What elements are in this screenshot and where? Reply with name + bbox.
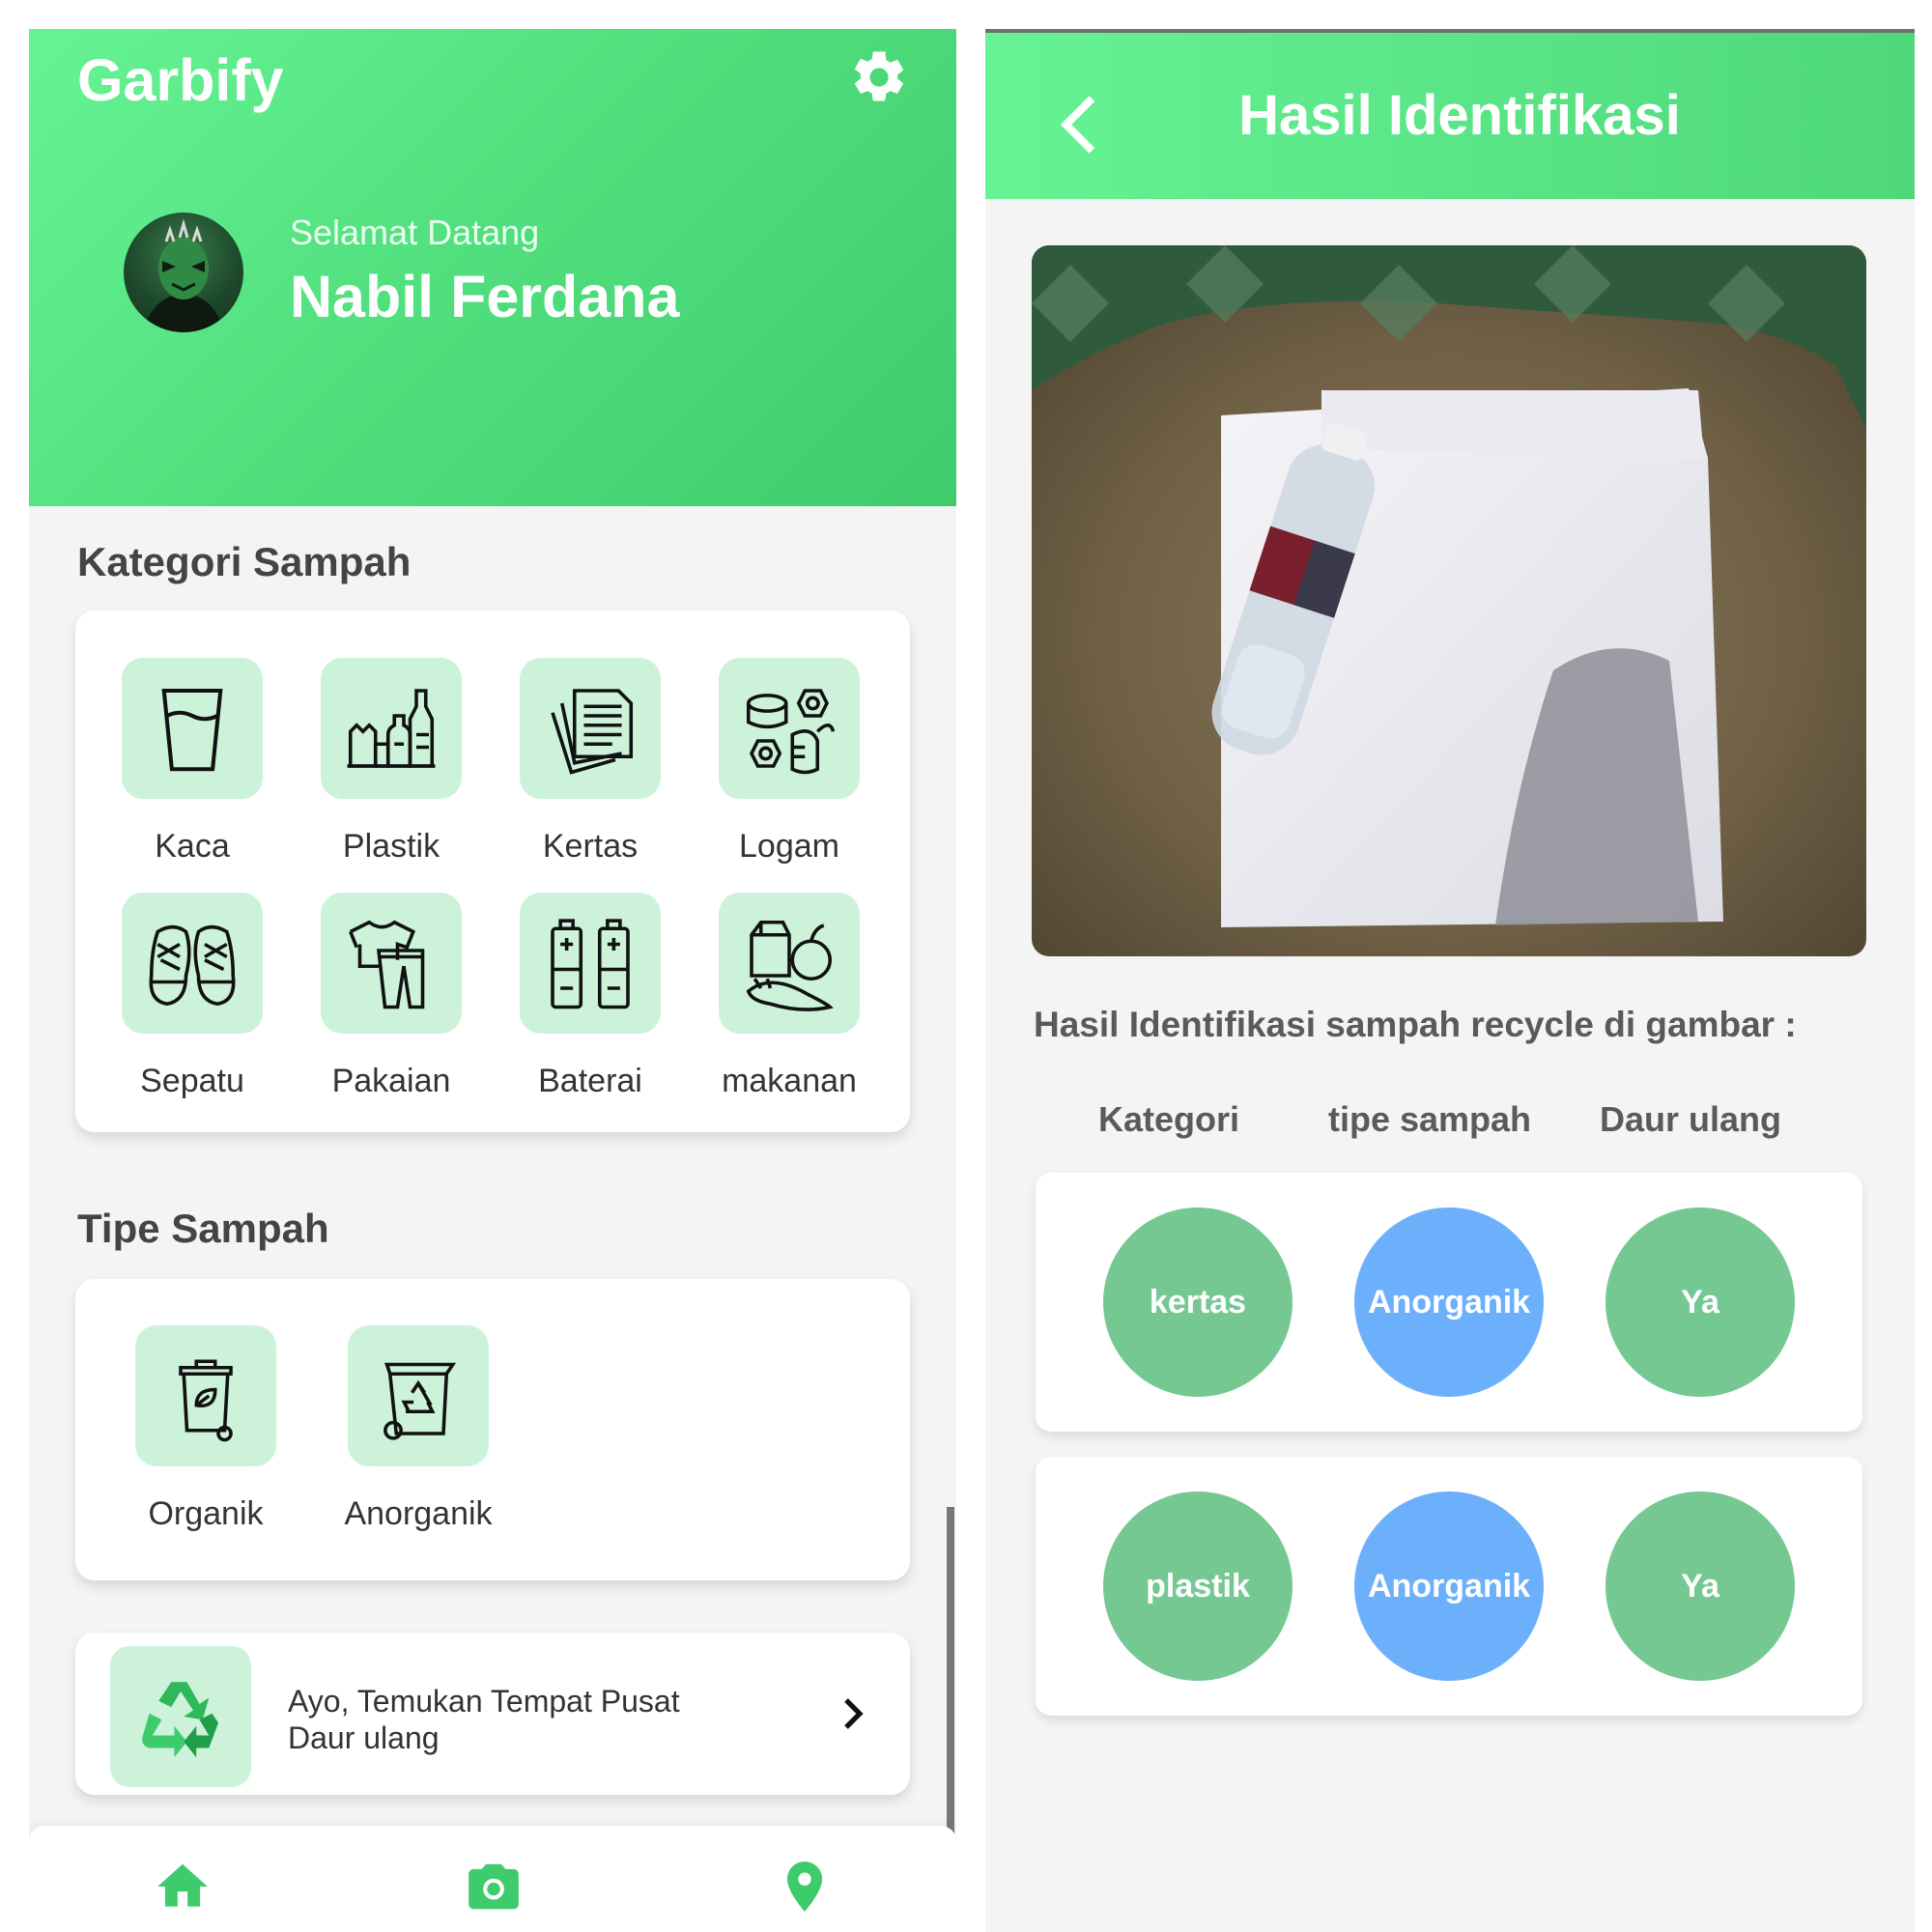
category-sepatu[interactable]: Sepatu (122, 893, 263, 1127)
cta-line2: Daur ulang (288, 1720, 440, 1755)
organic-bin-icon (179, 1359, 233, 1442)
gear-icon[interactable] (848, 46, 910, 108)
home-header: Garbify Selamat Datang Nabil Ferdana (29, 29, 956, 506)
types-title: Tipe Sampah (77, 1206, 329, 1251)
result-appbar: Hasil Identifikasi (985, 33, 1915, 199)
home-screen: Garbify Selamat Datang Nabil Ferdana Kat… (29, 29, 956, 1932)
screenshot-collage: Garbify Selamat Datang Nabil Ferdana Kat… (0, 0, 1932, 1932)
find-recycling-center-card[interactable]: Ayo, Temukan Tempat Pusat Daur ulang (75, 1633, 910, 1795)
category-pakaian[interactable]: Pakaian (321, 893, 462, 1127)
user-name: Nabil Ferdana (290, 264, 680, 329)
result-row: plastik Anorganik Ya (1036, 1457, 1862, 1716)
category-card: Kaca Plastik Kertas Logam Sepatu Pakaian… (75, 611, 910, 1132)
avatar[interactable] (124, 213, 243, 332)
result-title: Hasil Identifikasi (1238, 84, 1681, 147)
home-icon[interactable] (153, 1857, 213, 1917)
food-icon (746, 920, 834, 1011)
location-pin-icon[interactable] (775, 1857, 835, 1917)
category-badge: kertas (1103, 1208, 1293, 1397)
plastic-bottles-icon (347, 689, 436, 768)
category-plastik[interactable]: Plastik (321, 658, 462, 893)
chevron-right-icon (844, 1698, 864, 1729)
category-badge: plastik (1103, 1492, 1293, 1681)
category-baterai[interactable]: Baterai (520, 893, 661, 1127)
category-logam[interactable]: Logam (719, 658, 860, 893)
category-kaca[interactable]: Kaca (122, 658, 263, 893)
header-category: Kategori (1097, 1099, 1240, 1139)
glass-icon (161, 688, 223, 772)
type-badge: Anorganik (1354, 1208, 1544, 1397)
result-screen: Hasil Identifikasi Hasil Identifikasi sa… (985, 29, 1915, 1932)
battery-icon (551, 919, 630, 1009)
welcome-text: Selamat Datang (290, 213, 540, 252)
type-badge: Anorganik (1354, 1492, 1544, 1681)
recycle-badge: Ya (1605, 1208, 1795, 1397)
result-caption: Hasil Identifikasi sampah recycle di gam… (1034, 1005, 1797, 1044)
categories-title: Kategori Sampah (77, 539, 412, 584)
type-anorganik[interactable]: Anorganik (344, 1325, 493, 1560)
recycle-icon (142, 1682, 218, 1758)
metal-cans-icon (746, 689, 836, 775)
identified-photo (1032, 245, 1866, 956)
camera-icon[interactable] (464, 1857, 524, 1917)
recycle-bin-icon (384, 1362, 457, 1440)
header-type: tipe sampah (1327, 1099, 1532, 1139)
category-grid: Kaca Plastik Kertas Logam Sepatu Pakaian… (122, 658, 860, 1127)
shoes-icon (149, 924, 236, 1007)
type-organik[interactable]: Organik (135, 1325, 276, 1560)
scrollbar[interactable] (947, 1507, 954, 1874)
cta-line1: Ayo, Temukan Tempat Pusat (288, 1684, 680, 1719)
paper-stack-icon (551, 689, 634, 775)
clothes-icon (349, 920, 425, 1009)
category-kertas[interactable]: Kertas (520, 658, 661, 893)
app-title: Garbify (77, 47, 284, 113)
type-card: Organik Anorganik (75, 1279, 910, 1580)
header-recycle: Daur ulang (1599, 1099, 1781, 1139)
category-makanan[interactable]: makanan (719, 893, 860, 1127)
result-row: kertas Anorganik Ya (1036, 1173, 1862, 1432)
recycle-badge: Ya (1605, 1492, 1795, 1681)
bottom-navigation (29, 1826, 956, 1932)
